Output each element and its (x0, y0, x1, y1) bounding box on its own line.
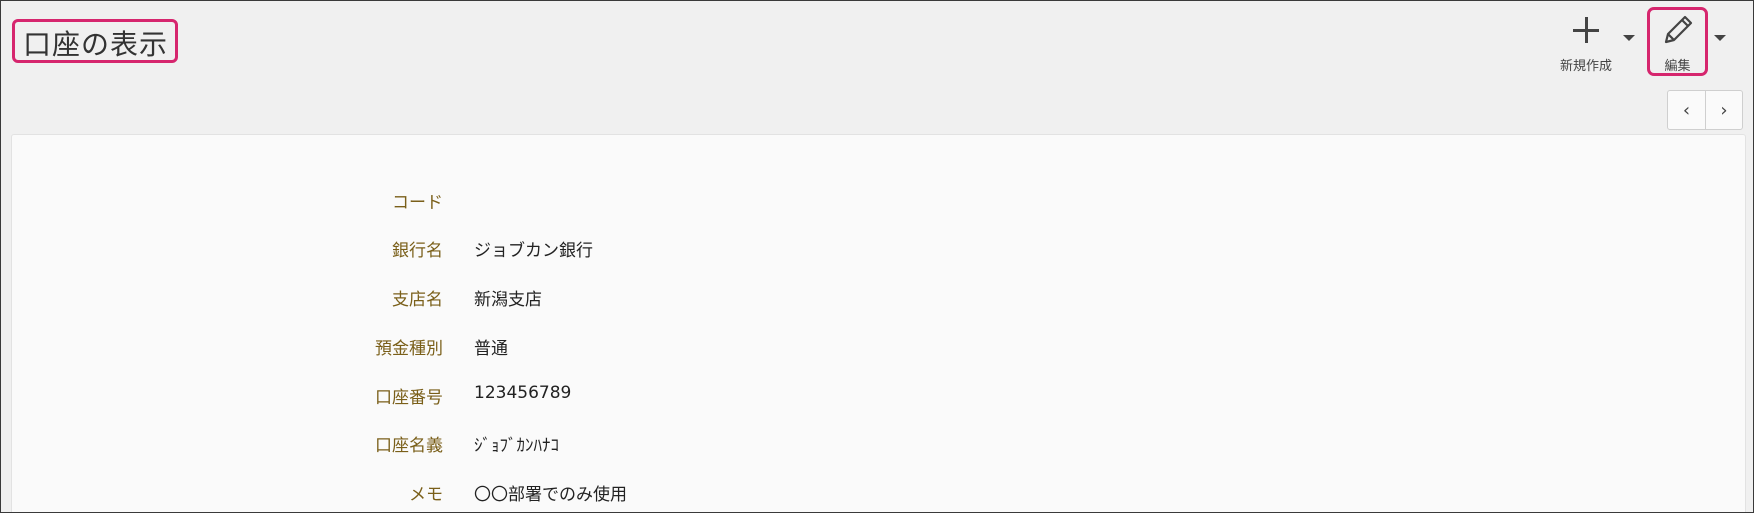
field-row-account-holder: 口座名義 ｼﾞｮﾌﾞｶﾝﾊﾅｺ (12, 431, 1712, 456)
detail-panel: コード 銀行名 ジョブカン銀行 支店名 新潟支店 預金種別 普通 口座番号 12… (11, 134, 1746, 512)
field-label: 口座名義 (375, 436, 443, 456)
field-row-code: コード (12, 188, 1712, 213)
field-value: 〇〇部署でのみ使用 (474, 485, 627, 505)
edit-button-label: 編集 (1664, 59, 1691, 74)
field-row-bank-name: 銀行名 ジョブカン銀行 (12, 236, 1712, 261)
new-button-label: 新規作成 (1559, 59, 1612, 74)
new-dropdown-caret[interactable] (1623, 35, 1635, 41)
field-label: コード (392, 193, 443, 213)
field-label: 支店名 (392, 290, 443, 310)
next-button[interactable]: › (1705, 91, 1742, 129)
field-value: 123456789 (474, 383, 572, 403)
field-value: ジョブカン銀行 (474, 241, 593, 261)
new-button[interactable]: 新規作成 (1551, 11, 1631, 74)
field-value: ｼﾞｮﾌﾞｶﾝﾊﾅｺ (474, 436, 559, 456)
field-row-account-number: 口座番号 123456789 (12, 383, 1712, 408)
field-row-branch-name: 支店名 新潟支店 (12, 285, 1712, 310)
field-row-memo: メモ 〇〇部署でのみ使用 (12, 480, 1712, 505)
window-frame: 口座の表示 新規作成 編集 ‹ › コード 銀行名 ジョブカン銀行 支店名 新潟… (0, 0, 1754, 513)
field-label: 預金種別 (375, 339, 443, 359)
page-title: 口座の表示 (23, 28, 169, 61)
field-label: 銀行名 (392, 241, 443, 261)
field-label: メモ (409, 485, 443, 505)
field-label: 口座番号 (375, 388, 443, 408)
prev-button[interactable]: ‹ (1668, 91, 1705, 129)
field-row-deposit-type: 預金種別 普通 (12, 334, 1712, 359)
field-value: 普通 (474, 339, 508, 359)
pencil-icon (1664, 15, 1693, 44)
field-value: 新潟支店 (474, 290, 542, 310)
plus-icon (1571, 15, 1601, 45)
pager: ‹ › (1667, 90, 1743, 130)
edit-dropdown-caret[interactable] (1714, 35, 1726, 41)
